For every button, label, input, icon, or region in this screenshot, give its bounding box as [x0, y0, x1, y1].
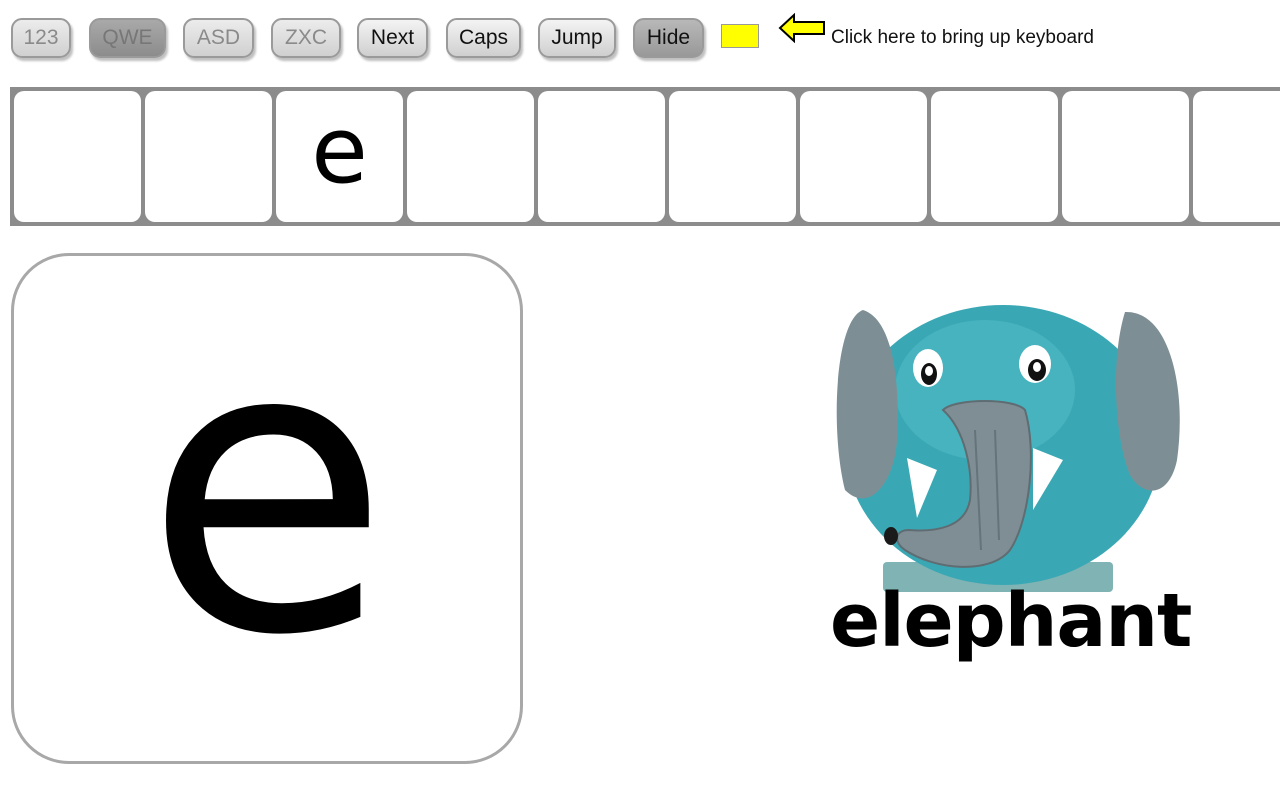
letter-tile[interactable] — [931, 91, 1058, 222]
letter-tile[interactable]: e — [276, 91, 403, 222]
letter-tile[interactable] — [538, 91, 665, 222]
color-swatch[interactable] — [721, 24, 759, 48]
keyboard-zxc-button[interactable]: ZXC — [271, 18, 341, 58]
hide-button[interactable]: Hide — [633, 18, 704, 58]
caps-button[interactable]: Caps — [446, 18, 521, 58]
keyboard-asd-button[interactable]: ASD — [183, 18, 254, 58]
left-arrow-icon — [778, 13, 825, 43]
letter-tile[interactable] — [145, 91, 272, 222]
letter-tile[interactable] — [14, 91, 141, 222]
toolbar: 123 QWE ASD ZXC Next Caps Jump Hide Clic… — [0, 0, 1280, 78]
letter-tile[interactable] — [1062, 91, 1189, 222]
letter-tile[interactable] — [407, 91, 534, 222]
letter-tile[interactable] — [800, 91, 927, 222]
letter-card[interactable]: e — [11, 253, 523, 764]
next-button[interactable]: Next — [357, 18, 428, 58]
elephant-picture[interactable] — [825, 280, 1195, 600]
keyboard-hint-link[interactable]: Click here to bring up keyboard — [831, 27, 1094, 49]
picture-word: elephant — [830, 578, 1192, 664]
jump-button[interactable]: Jump — [538, 18, 616, 58]
keyboard-qwe-button[interactable]: QWE — [89, 18, 166, 58]
letter-strip: e — [10, 87, 1280, 226]
keyboard-123-button[interactable]: 123 — [11, 18, 71, 58]
big-letter: e — [143, 257, 391, 723]
letter-tile[interactable] — [1193, 91, 1280, 222]
tile-letter: e — [311, 96, 368, 204]
letter-tile[interactable] — [669, 91, 796, 222]
